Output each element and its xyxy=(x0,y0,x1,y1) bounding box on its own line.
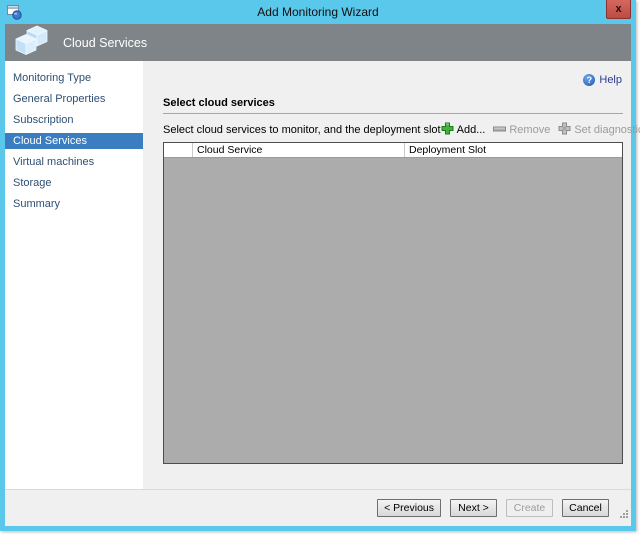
help-icon: ? xyxy=(583,74,595,86)
column-header-select xyxy=(164,143,193,157)
titlebar[interactable]: Add Monitoring Wizard x xyxy=(0,0,636,24)
set-diagnostic-storage-button[interactable]: Set diagnostic storage xyxy=(558,122,640,138)
set-diagnostic-storage-icon xyxy=(558,122,571,138)
add-plus-icon xyxy=(441,122,454,138)
wizard-step-content: ? Help Select cloud services Select clou… xyxy=(143,61,631,489)
wizard-steps-sidebar: Monitoring Type General Properties Subsc… xyxy=(5,61,143,489)
remove-minus-icon xyxy=(493,124,506,136)
cloud-services-table: Cloud Service Deployment Slot xyxy=(163,142,623,464)
column-header-deployment-slot[interactable]: Deployment Slot xyxy=(405,143,622,157)
sidebar-item-storage[interactable]: Storage xyxy=(5,175,143,191)
help-link[interactable]: ? Help xyxy=(583,74,622,86)
set-diagnostic-storage-label: Set diagnostic storage xyxy=(574,124,640,136)
close-icon: x xyxy=(615,4,621,15)
table-header-row: Cloud Service Deployment Slot xyxy=(164,143,622,158)
column-header-cloud-service[interactable]: Cloud Service xyxy=(193,143,405,157)
remove-button[interactable]: Remove xyxy=(493,124,550,136)
wizard-app-icon xyxy=(7,5,22,25)
sidebar-item-summary[interactable]: Summary xyxy=(5,196,143,212)
instruction-text: Select cloud services to monitor, and th… xyxy=(163,124,441,136)
remove-label: Remove xyxy=(509,124,550,136)
resize-grip[interactable] xyxy=(619,505,628,523)
dialog-chrome: Cloud Services Monitoring Type General P… xyxy=(5,24,631,526)
sidebar-item-general-properties[interactable]: General Properties xyxy=(5,91,143,107)
window-title: Add Monitoring Wizard xyxy=(0,5,636,19)
section-title: Select cloud services xyxy=(163,97,623,114)
sidebar-item-virtual-machines[interactable]: Virtual machines xyxy=(5,154,143,170)
wizard-footer: < Previous Next > Create Cancel xyxy=(5,489,631,526)
close-button[interactable]: x xyxy=(606,0,631,19)
add-button[interactable]: Add... xyxy=(441,122,486,138)
previous-button[interactable]: < Previous xyxy=(377,499,441,517)
create-button[interactable]: Create xyxy=(506,499,553,517)
add-label: Add... xyxy=(457,124,486,136)
page-title: Cloud Services xyxy=(63,36,147,50)
wizard-page-header: Cloud Services xyxy=(5,24,631,61)
cancel-button[interactable]: Cancel xyxy=(562,499,609,517)
cloud-services-table-body[interactable] xyxy=(164,158,622,463)
help-label: Help xyxy=(599,74,622,86)
add-monitoring-wizard-window: Add Monitoring Wizard x Clou xyxy=(0,0,636,531)
sidebar-item-subscription[interactable]: Subscription xyxy=(5,112,143,128)
sidebar-item-monitoring-type[interactable]: Monitoring Type xyxy=(5,70,143,86)
sidebar-item-cloud-services[interactable]: Cloud Services xyxy=(5,133,143,149)
table-toolbar: Add... Remove xyxy=(441,122,640,138)
cloud-services-cubes-icon xyxy=(15,25,49,61)
next-button[interactable]: Next > xyxy=(450,499,497,517)
